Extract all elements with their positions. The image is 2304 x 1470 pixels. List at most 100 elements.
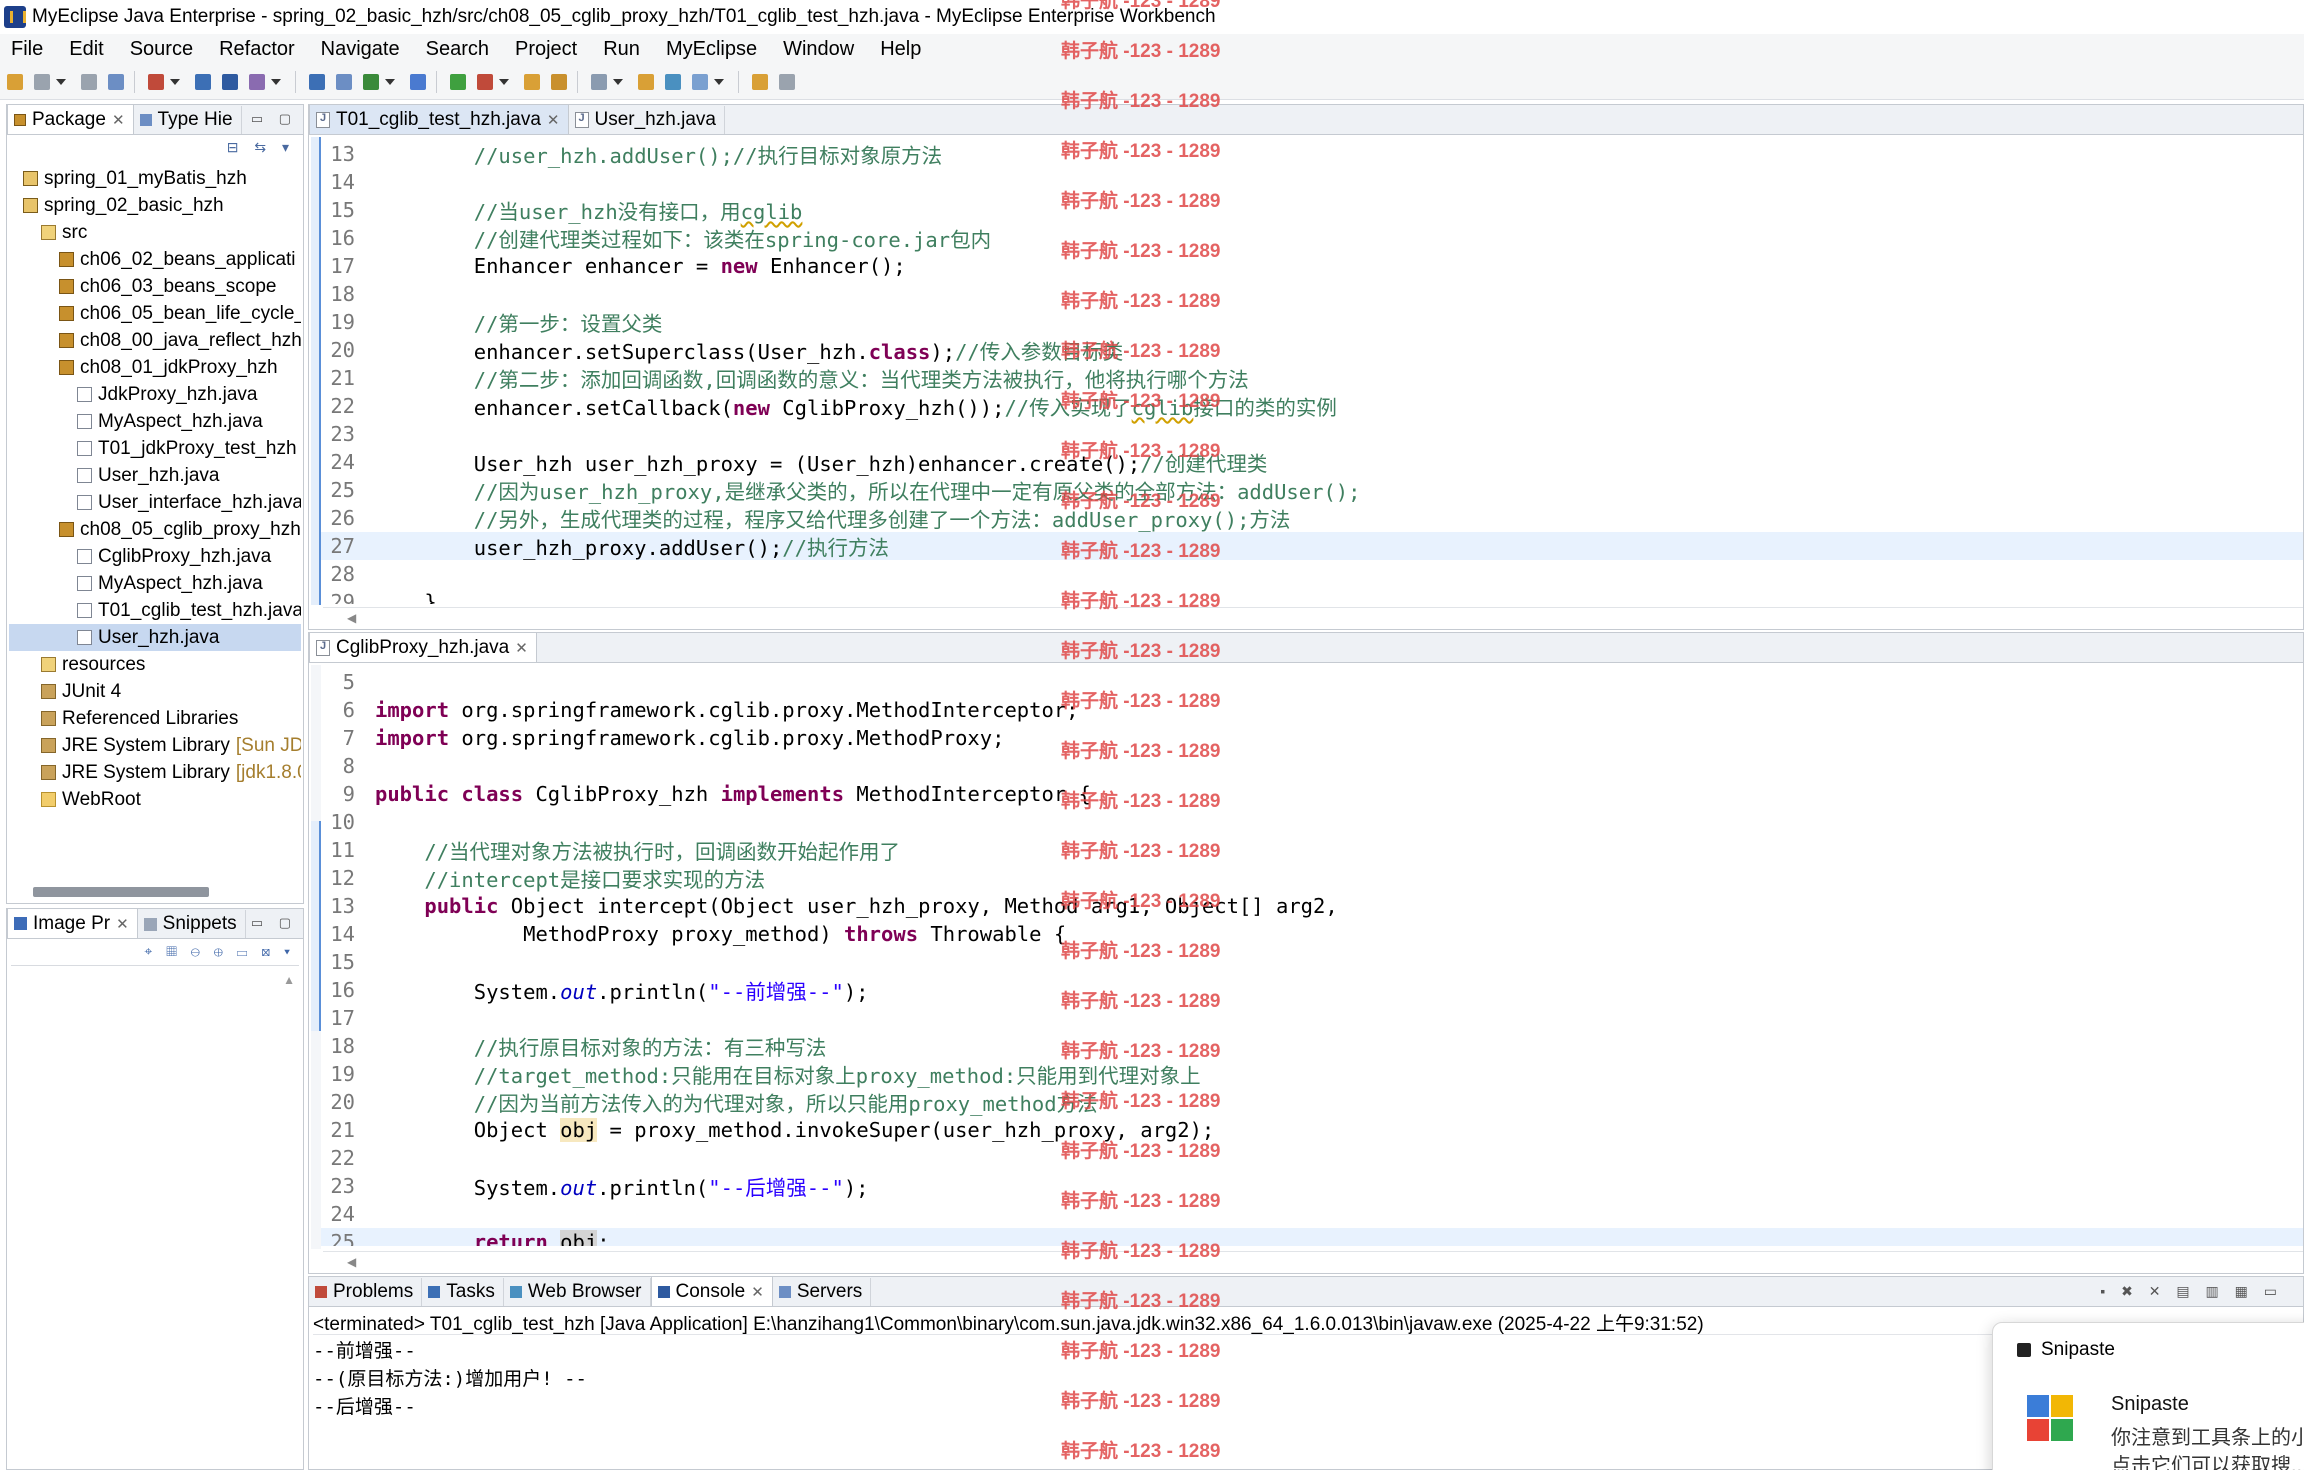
tree-item[interactable]: JRE System Library [jdk1.8.0 xyxy=(9,759,301,786)
tab-problems[interactable]: Problems xyxy=(309,1278,423,1306)
tab-cglibproxy-hzh[interactable]: CglibProxy_hzh.java ✕ xyxy=(309,632,537,662)
tab-console[interactable]: Console ✕ xyxy=(650,1276,773,1306)
tree-item-label: JRE System Library xyxy=(62,735,230,756)
tab-t01-cglib-test[interactable]: T01_cglib_test_hzh.java ✕ xyxy=(309,104,569,134)
tree-item[interactable]: JUnit 4 xyxy=(9,678,301,705)
menu-help[interactable]: Help xyxy=(869,38,936,61)
tree-item-label: ch08_01_jdkProxy_hzh xyxy=(80,357,278,378)
toolbar-button-icon[interactable] xyxy=(195,73,211,90)
toolbar-button-icon[interactable] xyxy=(309,73,325,90)
tree-item[interactable]: ch06_05_bean_life_cycle_ xyxy=(9,300,301,327)
chevron-down-icon[interactable] xyxy=(499,78,509,85)
toolbar-button-icon[interactable] xyxy=(222,73,238,90)
toolbar-button-icon[interactable] xyxy=(665,73,681,90)
tree-item[interactable]: ch06_02_beans_applicati xyxy=(9,246,301,273)
toolbar-button-icon[interactable] xyxy=(336,73,352,90)
tree-item[interactable]: User_hzh.java xyxy=(9,624,301,651)
toolbar-button-icon[interactable] xyxy=(551,73,567,90)
chevron-down-icon[interactable] xyxy=(714,78,724,85)
console-toolbar-icon[interactable]: ▪ ✖ ✕ ▤ ▥ ▦ ▭ xyxy=(2100,1283,2283,1300)
toolbar-button-icon[interactable] xyxy=(148,73,164,90)
chevron-down-icon[interactable] xyxy=(170,78,180,85)
toolbar-button-icon[interactable] xyxy=(752,73,768,90)
tree-item[interactable]: resources xyxy=(9,651,301,678)
tree-item[interactable]: ch08_01_jdkProxy_hzh xyxy=(9,354,301,381)
menu-window[interactable]: Window xyxy=(772,38,869,61)
tree-item[interactable]: JRE System Library[Sun JDK xyxy=(9,732,301,759)
tree-item[interactable]: T01_cglib_test_hzh.java xyxy=(9,597,301,624)
minimize-maximize-icon[interactable]: ▭ ▢ xyxy=(251,915,297,931)
tree-item[interactable]: T01_jdkProxy_test_hzh xyxy=(9,435,301,462)
toolbar-button-icon[interactable] xyxy=(249,73,265,90)
tree-item[interactable]: ch08_05_cglib_proxy_hzh xyxy=(9,516,301,543)
close-icon[interactable]: ✕ xyxy=(547,111,560,129)
tab-type-hierarchy[interactable]: Type Hie xyxy=(134,106,242,134)
menu-myeclipse[interactable]: MyEclipse xyxy=(655,38,772,61)
toolbar-button-icon[interactable] xyxy=(477,73,493,90)
tree-item[interactable]: ch08_00_java_reflect_hzh xyxy=(9,327,301,354)
toolbar-button-icon[interactable] xyxy=(363,73,379,90)
tab-web-browser[interactable]: Web Browser xyxy=(504,1278,651,1306)
toolbar-button-icon[interactable] xyxy=(450,73,466,90)
code-editor-top[interactable]: 13 //user_hzh.addUser();//执行目标对象原方法 14 15 … xyxy=(321,140,2303,604)
tree-item[interactable]: MyAspect_hzh.java xyxy=(9,570,301,597)
tab-image-preview[interactable]: Image Pr ✕ xyxy=(7,908,138,938)
toolbar-button-icon[interactable] xyxy=(7,73,23,90)
menu-navigate[interactable]: Navigate xyxy=(310,38,415,61)
chevron-down-icon[interactable] xyxy=(271,78,281,85)
scroll-up-icon[interactable]: ▲ xyxy=(283,973,295,987)
tree-item[interactable]: MyAspect_hzh.java xyxy=(9,408,301,435)
close-icon[interactable]: ✕ xyxy=(116,915,129,933)
tab-servers[interactable]: Servers xyxy=(773,1278,872,1306)
toolbar-button-icon[interactable] xyxy=(108,73,124,90)
toolbar-button-icon[interactable] xyxy=(524,73,540,90)
menu-source[interactable]: Source xyxy=(119,38,208,61)
horizontal-scrollbar[interactable] xyxy=(33,887,209,897)
chevron-down-icon[interactable] xyxy=(56,78,66,85)
tab-tasks[interactable]: Tasks xyxy=(422,1278,504,1306)
toolbar-button-icon[interactable] xyxy=(81,73,97,90)
tree-item[interactable]: User_hzh.java xyxy=(9,462,301,489)
menu-edit[interactable]: Edit xyxy=(58,38,118,61)
console-icon xyxy=(657,1285,670,1298)
code-editor-bottom[interactable]: 5 6 import org.springframework.cglib.proxy… xyxy=(321,668,2303,1246)
toolbar-button-icon[interactable] xyxy=(34,73,50,90)
line-number: 8 xyxy=(342,754,355,778)
toolbar-button-icon[interactable] xyxy=(638,73,654,90)
image-preview-area xyxy=(11,965,299,1469)
menu-search[interactable]: Search xyxy=(415,38,504,61)
scroll-left-icon[interactable]: ◀ xyxy=(323,607,2303,629)
close-icon[interactable]: ✕ xyxy=(515,639,528,657)
tree-item[interactable]: ch06_03_beans_scope xyxy=(9,273,301,300)
tree-item[interactable]: Referenced Libraries xyxy=(9,705,301,732)
tree-item[interactable]: src xyxy=(9,219,301,246)
tab-snippets[interactable]: Snippets xyxy=(138,910,246,938)
menu-refactor[interactable]: Refactor xyxy=(208,38,310,61)
tree-item[interactable]: WebRoot xyxy=(9,786,301,813)
close-icon[interactable]: ✕ xyxy=(751,1283,764,1301)
toolbar-button-icon[interactable] xyxy=(410,73,426,90)
collapse-link-icon[interactable]: ⊟ ⇆ ▾ xyxy=(227,139,295,156)
code-line: 15 //当user_hzh没有接口，用cglib xyxy=(321,196,2303,224)
tree-item[interactable]: JdkProxy_hzh.java xyxy=(9,381,301,408)
tree-item[interactable]: User_interface_hzh.java xyxy=(9,489,301,516)
toolbar-button-icon[interactable] xyxy=(692,73,708,90)
menu-run[interactable]: Run xyxy=(592,38,655,61)
toolbar-button-icon[interactable] xyxy=(591,73,607,90)
zoom-tools-icon[interactable]: ⌖ ▦ ⊖ ⊕ ▭ ⊠ ▾ xyxy=(144,943,295,960)
menu-project[interactable]: Project xyxy=(504,38,592,61)
close-icon[interactable]: ✕ xyxy=(112,111,125,129)
tab-user-hzh[interactable]: User_hzh.java xyxy=(569,106,725,134)
java-file-icon xyxy=(77,576,92,591)
menu-file[interactable]: File xyxy=(0,38,58,61)
scroll-left-icon[interactable]: ◀ xyxy=(323,1251,2303,1273)
chevron-down-icon[interactable] xyxy=(613,78,623,85)
tree-item[interactable]: CglibProxy_hzh.java xyxy=(9,543,301,570)
tab-package-explorer[interactable]: Package ✕ xyxy=(7,104,134,134)
tree-item[interactable]: spring_02_basic_hzh xyxy=(9,192,301,219)
snipaste-notification[interactable]: Snipaste Snipaste 你注意到工具条上的小 点击它们可以获取搜..… xyxy=(1992,1322,2304,1470)
toolbar-button-icon[interactable] xyxy=(779,73,795,90)
tree-item[interactable]: spring_01_myBatis_hzh xyxy=(9,165,301,192)
minimize-maximize-icon[interactable]: ▭ ▢ xyxy=(251,111,297,127)
chevron-down-icon[interactable] xyxy=(385,78,395,85)
